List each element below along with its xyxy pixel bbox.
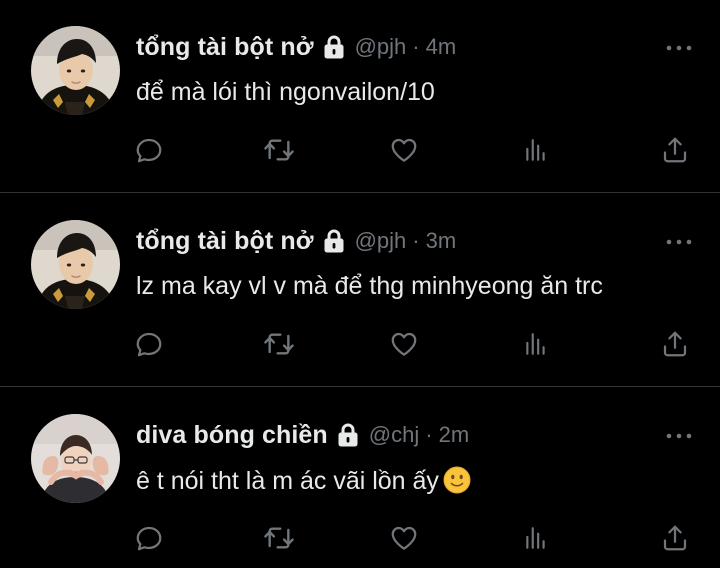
- timestamp[interactable]: 3m: [426, 228, 457, 254]
- handle[interactable]: @pjh: [355, 34, 407, 60]
- views-icon: [523, 331, 549, 357]
- more-icon[interactable]: [666, 45, 692, 51]
- avatar-image: [31, 414, 120, 503]
- display-name[interactable]: tổng tài bột nở: [136, 227, 314, 256]
- separator: ·: [425, 422, 433, 447]
- action-bar: [0, 521, 720, 555]
- action-bar: [0, 327, 720, 361]
- tweet-header: tổng tài bột nở @pjh · 4m: [136, 30, 680, 64]
- tweet[interactable]: diva bóng chiền @chj · 2m ê t nói tht là…: [0, 388, 720, 568]
- timestamp[interactable]: 2m: [439, 422, 470, 448]
- display-name[interactable]: tổng tài bột nở: [136, 33, 314, 62]
- separator: ·: [412, 228, 420, 253]
- reply-icon: [134, 135, 164, 165]
- share-icon: [660, 329, 690, 359]
- separator: ·: [412, 34, 420, 59]
- like-icon: [389, 523, 419, 553]
- reply-icon: [134, 329, 164, 359]
- tweet-header: diva bóng chiền @chj · 2m: [136, 418, 680, 452]
- timestamp[interactable]: 4m: [426, 34, 457, 60]
- reply-button[interactable]: [132, 327, 166, 361]
- tweet-text-container: ê t nói tht là m ác vãi lồn ấy: [136, 466, 700, 496]
- timeline: tổng tài bột nở @pjh · 4m để mà lói thì …: [0, 0, 720, 568]
- tweet-text: lz ma kay vl v mà để thg minhyeong ăn tr…: [136, 272, 603, 300]
- handle[interactable]: @pjh: [355, 228, 407, 254]
- avatar-image: [31, 220, 120, 309]
- views-icon: [523, 525, 549, 551]
- avatar[interactable]: [31, 414, 120, 503]
- display-name[interactable]: diva bóng chiền: [136, 421, 328, 450]
- retweet-icon: [263, 328, 295, 360]
- more-icon[interactable]: [666, 433, 692, 439]
- like-button[interactable]: [387, 521, 421, 555]
- views-button[interactable]: [519, 327, 553, 361]
- more-icon[interactable]: [666, 239, 692, 245]
- lock-icon: [323, 34, 345, 60]
- handle[interactable]: @chj: [369, 422, 419, 448]
- like-button[interactable]: [387, 133, 421, 167]
- action-bar: [0, 133, 720, 167]
- avatar-image: [31, 26, 120, 115]
- share-button[interactable]: [658, 133, 692, 167]
- reply-button[interactable]: [132, 133, 166, 167]
- like-button[interactable]: [387, 327, 421, 361]
- views-icon: [523, 137, 549, 163]
- share-button[interactable]: [658, 327, 692, 361]
- reply-icon: [134, 523, 164, 553]
- retweet-button[interactable]: [262, 327, 296, 361]
- reply-button[interactable]: [132, 521, 166, 555]
- tweet[interactable]: tổng tài bột nở @pjh · 4m để mà lói thì …: [0, 0, 720, 193]
- tweet-header: tổng tài bột nở @pjh · 3m: [136, 224, 680, 258]
- like-icon: [389, 135, 419, 165]
- retweet-icon: [263, 134, 295, 166]
- views-button[interactable]: [519, 133, 553, 167]
- retweet-icon: [263, 522, 295, 554]
- like-icon: [389, 329, 419, 359]
- share-icon: [660, 135, 690, 165]
- avatar[interactable]: [31, 220, 120, 309]
- tweet[interactable]: tổng tài bột nở @pjh · 3m lz ma kay vl v…: [0, 194, 720, 387]
- share-icon: [660, 523, 690, 553]
- tweet-text: ê t nói tht là m ác vãi lồn ấy: [136, 467, 439, 495]
- tweet-text: để mà lói thì ngonvailon/10: [136, 78, 435, 106]
- avatar[interactable]: [31, 26, 120, 115]
- slightly-smiling-face-icon: [443, 466, 471, 494]
- lock-icon: [337, 422, 359, 448]
- views-button[interactable]: [519, 521, 553, 555]
- lock-icon: [323, 228, 345, 254]
- share-button[interactable]: [658, 521, 692, 555]
- retweet-button[interactable]: [262, 521, 296, 555]
- retweet-button[interactable]: [262, 133, 296, 167]
